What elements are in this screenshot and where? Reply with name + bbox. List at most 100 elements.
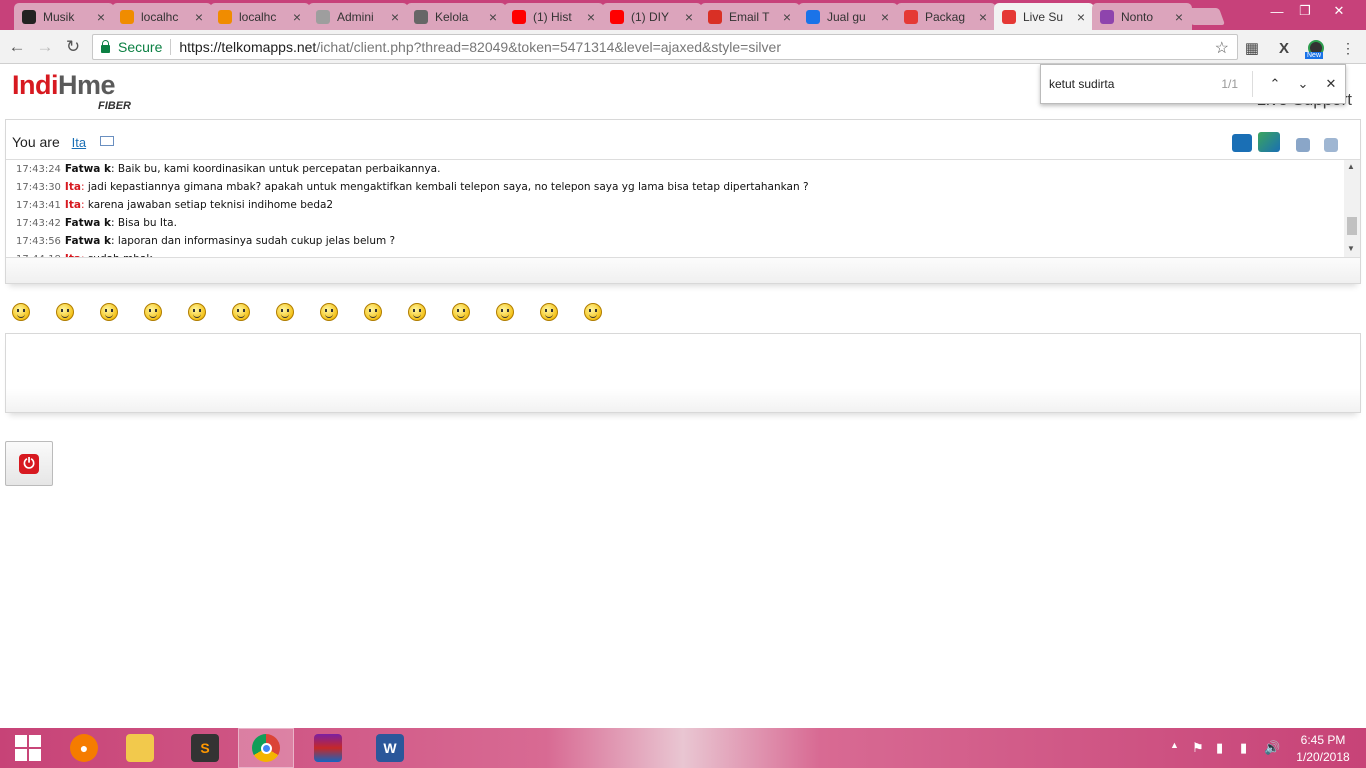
message-row: 17:43:41 Ita: karena jawaban setiap tekni… — [16, 199, 334, 211]
volume-icon[interactable]: 🔊 — [1264, 740, 1280, 756]
message-row: 17:44:18Ita: sudah mbak — [6, 250, 1360, 257]
package-icon — [904, 9, 918, 24]
smiley-icon[interactable] — [188, 303, 206, 321]
power-status-icon[interactable]: ▮ — [1216, 740, 1223, 756]
find-close-button[interactable]: ✕ — [1317, 76, 1345, 92]
youtube-icon — [512, 9, 526, 24]
video-icon[interactable] — [1232, 134, 1252, 152]
system-clock[interactable]: 6:45 PM 1/20/2018 — [1290, 732, 1356, 766]
tab-9[interactable]: Packag × — [896, 3, 996, 30]
power-icon: ⏻ — [19, 453, 39, 474]
secure-label: Secure — [118, 39, 163, 55]
smiley-icon[interactable] — [276, 303, 294, 321]
browser-toolbar: ← → ↻ Secure https://telkomapps.net/icha… — [0, 30, 1366, 64]
send-file-icon[interactable] — [1258, 132, 1280, 152]
gmail-icon — [708, 9, 722, 24]
tab-1[interactable]: localhc × — [112, 3, 212, 30]
show-hidden-icons[interactable]: ▲ — [1170, 740, 1179, 750]
tab-4[interactable]: Kelola × — [406, 3, 506, 30]
tab-title: Jual gu — [827, 9, 866, 24]
lock-icon — [101, 40, 110, 53]
forward-button[interactable]: → — [34, 36, 56, 58]
tab-close-icon[interactable]: × — [192, 9, 206, 25]
tab-10[interactable]: Live Su × — [994, 3, 1094, 31]
message-text: Baik bu, kami koordinasikan untuk percep… — [117, 163, 441, 175]
find-input[interactable]: ketut sudirta — [1049, 77, 1221, 91]
tab-close-icon[interactable]: × — [780, 9, 794, 25]
winrar-icon — [314, 734, 342, 762]
tab-title: Packag — [925, 9, 966, 24]
smiley-icon[interactable] — [496, 303, 514, 321]
message-text: Bisa bu Ita. — [117, 217, 177, 229]
youtube-icon — [610, 9, 624, 24]
tab-close-icon[interactable]: × — [1172, 9, 1186, 25]
tab-11[interactable]: Nonto × — [1092, 3, 1192, 30]
tab-close-icon[interactable]: × — [290, 9, 304, 25]
tab-close-icon[interactable]: × — [486, 9, 500, 25]
tab-close-icon[interactable]: × — [976, 9, 990, 25]
tab-close-icon[interactable]: × — [1074, 9, 1088, 25]
smiley-icon[interactable] — [12, 303, 30, 321]
smiley-icon[interactable] — [100, 303, 118, 321]
refresh-icon[interactable] — [1324, 138, 1338, 152]
tab-close-icon[interactable]: × — [878, 9, 892, 25]
pma-icon — [120, 9, 134, 24]
smiley-icon[interactable] — [56, 303, 74, 321]
network-icon[interactable]: ▮ — [1240, 740, 1247, 756]
menu-icon[interactable]: ⋮ — [1338, 38, 1358, 58]
url-host: https://telkomapps.net — [179, 39, 317, 55]
maximize-button[interactable]: ❐ — [1288, 0, 1322, 22]
smiley-icon[interactable] — [364, 303, 382, 321]
tab-close-icon[interactable]: × — [682, 9, 696, 25]
tab-title: localhc — [239, 9, 277, 24]
taskbar-uc-browser[interactable]: ● — [56, 728, 112, 768]
tab-8[interactable]: Jual gu × — [798, 3, 898, 30]
sublime-icon: S — [191, 734, 219, 762]
tab-close-icon[interactable]: × — [584, 9, 598, 25]
smiley-icon[interactable] — [540, 303, 558, 321]
profile-extension-icon[interactable]: New — [1305, 38, 1326, 59]
taskbar-word[interactable]: W — [362, 728, 418, 768]
tab-title: Admini — [337, 9, 374, 24]
x-extension-icon[interactable]: X — [1274, 38, 1294, 58]
taskbar-sublime[interactable]: S — [177, 728, 233, 768]
address-bar[interactable]: Secure https://telkomapps.net/ichat/clie… — [92, 34, 1238, 60]
tab-2[interactable]: localhc × — [210, 3, 310, 30]
screenshot-extension-icon[interactable]: ▦ — [1242, 38, 1262, 58]
message-author: Fatwa k — [64, 163, 112, 175]
tab-0[interactable]: Musik × — [14, 3, 114, 30]
smiley-icon[interactable] — [144, 303, 162, 321]
message-scrollbar[interactable]: ▲ ▼ — [1344, 160, 1360, 257]
start-button[interactable] — [0, 728, 56, 768]
smiley-icon[interactable] — [452, 303, 470, 321]
tab-close-icon[interactable]: × — [388, 9, 402, 25]
tab-close-icon[interactable]: × — [94, 9, 108, 25]
message-input[interactable] — [6, 334, 1360, 412]
reload-button[interactable]: ↻ — [62, 36, 84, 58]
taskbar-file-explorer[interactable] — [112, 728, 168, 768]
user-name-link[interactable]: Ita — [72, 135, 86, 150]
tab-3[interactable]: Admini × — [308, 3, 408, 30]
taskbar-winrar[interactable] — [300, 728, 356, 768]
uc-browser-icon: ● — [70, 734, 98, 762]
message-row: 17:43:56 Fatwa k: laporan dan informasiny… — [16, 235, 396, 247]
sound-icon[interactable] — [1296, 138, 1310, 152]
flag-icon[interactable]: ⚑ — [1192, 740, 1204, 756]
close-window-button[interactable]: ✕ — [1322, 0, 1356, 22]
taskbar-chrome[interactable] — [238, 728, 294, 768]
smiley-icon[interactable] — [232, 303, 250, 321]
tab-5[interactable]: (1) Hist × — [504, 3, 604, 30]
tab-6[interactable]: (1) DIY × — [602, 3, 702, 30]
smiley-icon[interactable] — [408, 303, 426, 321]
smiley-icon[interactable] — [320, 303, 338, 321]
close-chat-button[interactable]: ⏻ — [5, 441, 53, 486]
find-next-button[interactable]: ⌄ — [1289, 76, 1317, 92]
change-name-icon[interactable] — [100, 136, 114, 147]
back-button[interactable]: ← — [6, 36, 28, 58]
tab-title: Live Su — [1023, 10, 1064, 24]
message-time: 17:44:18 — [16, 254, 61, 257]
tab-7[interactable]: Email T × — [700, 3, 800, 30]
smiley-icon[interactable] — [584, 303, 602, 321]
bookmark-star-icon[interactable]: ☆ — [1215, 38, 1229, 58]
find-prev-button[interactable]: ⌃ — [1261, 76, 1289, 92]
